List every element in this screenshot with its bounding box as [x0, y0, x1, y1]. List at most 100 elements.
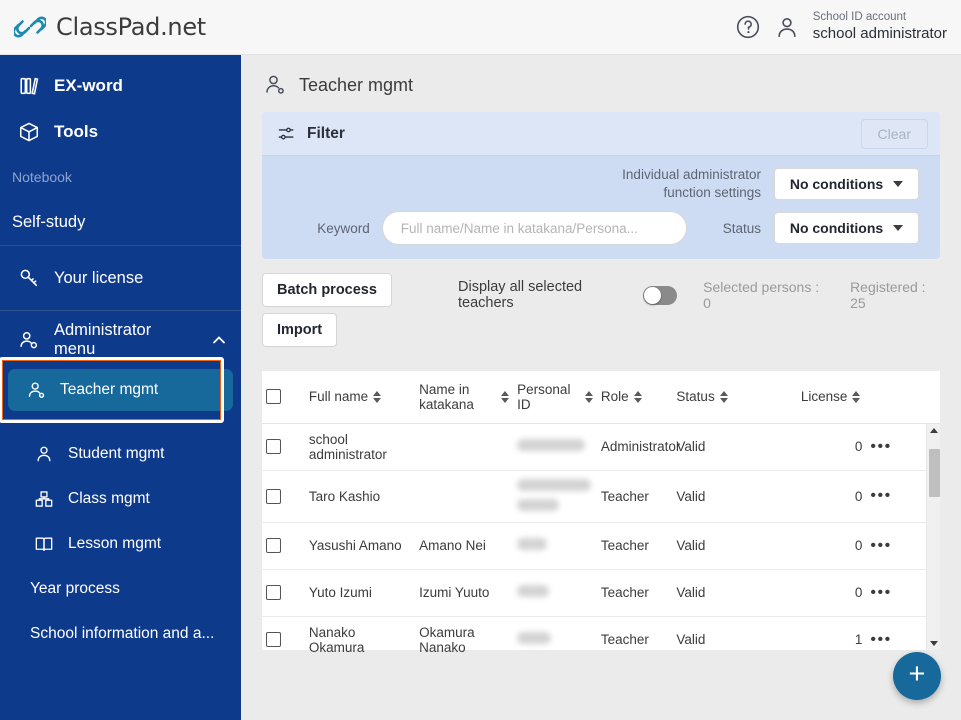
cell-status: Valid — [672, 423, 757, 471]
sidebar-item-your-license[interactable]: Your license — [0, 246, 241, 310]
add-teacher-fab[interactable]: + — [893, 652, 941, 700]
sidebar-item-label: Your license — [54, 268, 144, 287]
cell-katakana — [415, 470, 514, 523]
row-select-cell — [262, 569, 305, 617]
sidebar-item-label: EX-word — [54, 76, 123, 95]
row-checkbox[interactable] — [266, 632, 281, 647]
table-body: school administrator Administrator Valid… — [262, 423, 940, 664]
table-header-role[interactable]: Role — [596, 371, 673, 424]
cell-katakana — [415, 423, 514, 471]
cell-full-name: Yuto Izumi — [304, 569, 416, 617]
filter-row-keyword-status: Keyword Status No conditions — [274, 211, 919, 246]
admin-function-label-line1: Individual administrator — [622, 167, 761, 182]
sidebar-item-teacher-mgmt[interactable]: Teacher mgmt — [8, 369, 233, 411]
help-circle-icon[interactable] — [735, 14, 761, 40]
sidebar-item-class-mgmt[interactable]: Class mgmt — [0, 476, 241, 521]
admin-function-dropdown[interactable]: No conditions — [774, 168, 919, 201]
status-label: Status — [722, 220, 761, 236]
sort-icon[interactable] — [373, 390, 382, 403]
sort-icon[interactable] — [633, 390, 642, 403]
cell-personal-id — [513, 470, 597, 523]
sidebar-item-tools[interactable]: Tools — [0, 109, 241, 155]
redacted-value — [517, 478, 592, 491]
column-label: Status — [676, 389, 715, 405]
cell-role: Administrator — [596, 423, 680, 471]
column-label: Full name — [308, 389, 369, 405]
table-row[interactable]: Yasushi Amano Amano Nei Teacher Valid 0 … — [262, 522, 940, 570]
sidebar-item-self-study[interactable]: Self-study — [0, 199, 241, 245]
sliders-icon — [278, 127, 294, 140]
sidebar-item-label: Notebook — [12, 169, 72, 185]
more-options-icon[interactable]: ••• — [870, 631, 891, 648]
row-checkbox[interactable] — [266, 538, 281, 553]
sidebar-item-student-mgmt[interactable]: Student mgmt — [0, 431, 241, 476]
select-all-checkbox[interactable] — [266, 389, 281, 405]
table-header-name-in-katakana[interactable]: Name in katakana — [415, 371, 514, 424]
account-label: School ID account — [812, 11, 907, 24]
row-checkbox[interactable] — [266, 488, 281, 504]
scroll-up-arrow[interactable] — [927, 424, 941, 437]
sidebar-item-notebook[interactable]: Notebook — [0, 155, 241, 199]
table-row[interactable]: Nanako Okamura Okamura Nanako Teacher Va… — [262, 616, 940, 664]
keyword-input[interactable] — [381, 211, 687, 246]
row-checkbox[interactable] — [266, 439, 281, 454]
brand[interactable]: ClassPad.net — [0, 11, 206, 43]
filter-panel: Filter Clear Individual administrator fu… — [262, 112, 940, 260]
sidebar-item-school-information[interactable]: School information and a... — [0, 611, 241, 656]
teacher-table-element: Full name Name in katakana Personal ID R… — [262, 371, 940, 664]
table-header-personal-id[interactable]: Personal ID — [513, 371, 597, 424]
batch-process-button[interactable]: Batch process — [262, 273, 392, 308]
scroll-down-arrow[interactable] — [927, 637, 941, 650]
cell-katakana: Izumi Yuuto — [415, 569, 514, 617]
table-row[interactable]: Yuto Izumi Izumi Yuuto Teacher Valid 0 •… — [262, 569, 940, 617]
cell-license: 0 — [756, 423, 867, 471]
table-row[interactable]: school administrator Administrator Valid… — [262, 423, 940, 471]
sort-icon[interactable] — [852, 390, 861, 403]
page-header: Teacher mgmt — [241, 55, 961, 97]
sort-icon[interactable] — [719, 390, 728, 403]
more-options-icon[interactable]: ••• — [870, 584, 891, 601]
cell-status: Valid — [672, 522, 757, 570]
admin-person-icon — [20, 332, 38, 349]
table-scrollbar[interactable] — [926, 424, 940, 650]
account-info[interactable]: School ID account school administrator — [813, 10, 947, 43]
display-all-toggle[interactable] — [643, 285, 678, 305]
cell-personal-id — [513, 522, 597, 570]
cell-role: Teacher — [596, 522, 673, 570]
chevron-up-icon[interactable] — [211, 332, 227, 348]
sidebar-item-lesson-mgmt[interactable]: Lesson mgmt — [0, 521, 241, 566]
sidebar-item-label: Class mgmt — [68, 489, 150, 507]
person-icon[interactable] — [774, 14, 800, 40]
book-open-icon — [35, 537, 53, 551]
import-button[interactable]: Import — [262, 313, 338, 348]
table-header-license[interactable]: License — [756, 371, 867, 424]
table-header-status[interactable]: Status — [672, 371, 757, 424]
sidebar-item-administrator-menu[interactable]: Administrator menu — [0, 311, 241, 369]
admin-function-label: Individual administrator function settin… — [622, 166, 761, 202]
sort-icon[interactable] — [501, 390, 510, 403]
cell-status: Valid — [672, 616, 757, 664]
row-checkbox[interactable] — [266, 585, 281, 600]
selected-persons-count: Selected persons : 0 — [703, 279, 820, 312]
scrollbar-thumb[interactable] — [929, 449, 940, 497]
clear-filter-button[interactable]: Clear — [860, 118, 928, 149]
chain-link-icon — [14, 16, 46, 38]
sidebar: EX-word Tools Notebook Self-study Your l… — [0, 55, 241, 720]
sidebar-item-label: Tools — [54, 122, 99, 141]
table-header-full-name[interactable]: Full name — [304, 371, 416, 424]
sort-icon[interactable] — [584, 390, 593, 403]
more-options-icon[interactable]: ••• — [870, 438, 891, 455]
table-row[interactable]: Taro Kashio Teacher Valid 0 ••• — [262, 470, 940, 523]
more-options-icon[interactable]: ••• — [870, 487, 891, 504]
status-dropdown[interactable]: No conditions — [774, 212, 919, 245]
cell-license: 1 — [756, 616, 867, 664]
student-icon — [37, 446, 51, 461]
sidebar-item-exword[interactable]: EX-word — [0, 63, 241, 109]
header-actions: School ID account school administrator — [735, 10, 961, 43]
sidebar-item-label: School information and a... — [30, 624, 215, 642]
sidebar-item-year-process[interactable]: Year process — [0, 566, 241, 611]
cell-full-name: Yasushi Amano — [304, 522, 416, 570]
column-label: License — [800, 389, 848, 405]
filter-row-admin-function: Individual administrator function settin… — [274, 166, 919, 202]
more-options-icon[interactable]: ••• — [870, 537, 891, 554]
